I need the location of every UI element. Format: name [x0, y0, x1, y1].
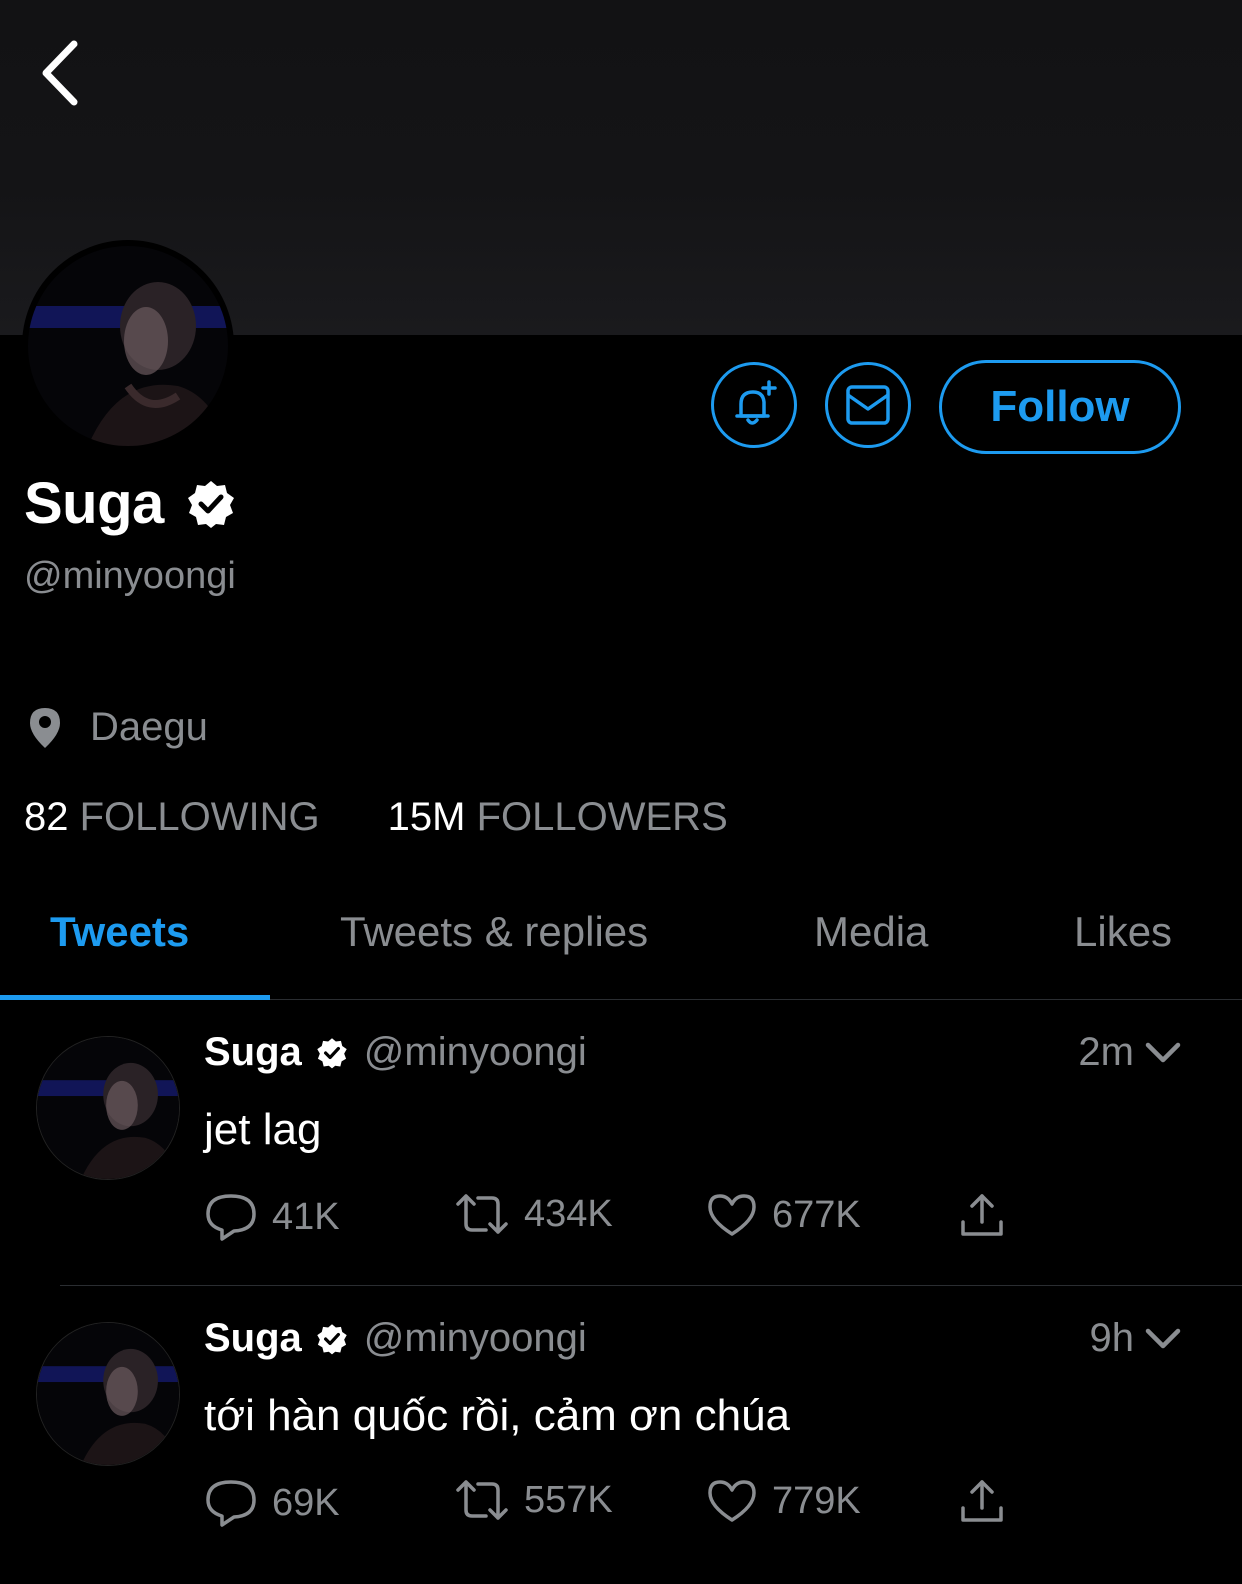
tweet-timestamp: 2m [1078, 1030, 1134, 1074]
verified-badge-icon [317, 1323, 347, 1354]
back-button[interactable] [30, 38, 90, 108]
profile-avatar[interactable] [22, 240, 234, 452]
tweet-actions: 41K 434K 677K [204, 1192, 1024, 1252]
verified-badge-icon [187, 480, 234, 528]
share-icon [961, 1480, 1003, 1522]
tab-likes[interactable]: Likes [1074, 908, 1172, 956]
tab-tweets[interactable]: Tweets [50, 908, 189, 956]
avatar-photo [37, 1037, 179, 1179]
tweet-timestamp: 9h [1089, 1316, 1135, 1360]
like-button[interactable]: 677K [706, 1192, 861, 1238]
chevron-down-icon[interactable] [1144, 1040, 1182, 1066]
share-icon [961, 1194, 1003, 1236]
tweet-item[interactable]: Suga @minyoongi 2m jet lag 41K 434K 677K [0, 1000, 1242, 1285]
profile-display-name: Suga [24, 470, 236, 537]
followers-link[interactable]: 15M FOLLOWERS [388, 795, 728, 840]
tweet-author-name[interactable]: Suga [204, 1316, 302, 1361]
reply-bubble-icon [206, 1194, 256, 1241]
reply-button[interactable]: 69K [204, 1478, 340, 1528]
follow-button[interactable]: Follow [939, 360, 1181, 454]
verified-badge-icon [317, 1037, 347, 1068]
following-link[interactable]: 82 FOLLOWING [24, 795, 320, 840]
like-button[interactable]: 779K [706, 1478, 861, 1524]
heart-icon [708, 1194, 756, 1236]
display-name-text: Suga [24, 471, 164, 536]
tab-media[interactable]: Media [814, 908, 928, 956]
profile-handle: @minyoongi [24, 555, 236, 597]
retweet-button[interactable]: 434K [454, 1192, 613, 1236]
tweet-text: jet lag [204, 1105, 322, 1154]
retweet-icon [456, 1480, 508, 1520]
heart-icon [708, 1480, 756, 1522]
share-button[interactable] [959, 1478, 1005, 1524]
tweet-time: 9h [1090, 1316, 1183, 1361]
bell-plus-icon [735, 380, 777, 425]
reply-count: 69K [272, 1481, 340, 1524]
reply-button[interactable]: 41K [204, 1192, 340, 1242]
chevron-left-icon [42, 40, 78, 106]
like-count: 779K [772, 1479, 861, 1522]
followers-count: 15M [387, 795, 466, 839]
tweet-header: Suga @minyoongi [204, 1030, 587, 1075]
retweet-count: 557K [524, 1478, 613, 1521]
profile-location: Daegu [28, 705, 208, 750]
notifications-button[interactable] [711, 362, 797, 448]
retweet-button[interactable]: 557K [454, 1478, 613, 1522]
share-button[interactable] [959, 1192, 1005, 1238]
avatar-photo [37, 1323, 179, 1465]
tweet-author-handle[interactable]: @minyoongi [364, 1316, 587, 1361]
tweet-actions: 69K 557K 779K [204, 1478, 1024, 1538]
like-count: 677K [772, 1193, 861, 1236]
location-pin-icon [30, 707, 60, 748]
tab-tweets-and-replies[interactable]: Tweets & replies [340, 908, 648, 956]
chevron-down-icon[interactable] [1144, 1326, 1182, 1352]
following-count: 82 [24, 795, 69, 839]
avatar-photo [28, 246, 228, 446]
tweet-text: tới hàn quốc rồi, cảm ơn chúa [204, 1391, 791, 1440]
following-label: FOLLOWING [79, 795, 320, 839]
location-text: Daegu [90, 705, 208, 749]
reply-count: 41K [272, 1195, 340, 1238]
reply-bubble-icon [206, 1480, 256, 1527]
envelope-icon [846, 385, 890, 425]
profile-stats: 82 FOLLOWING 15M FOLLOWERS [24, 795, 728, 840]
followers-label: FOLLOWERS [476, 795, 728, 839]
tweet-avatar[interactable] [36, 1036, 180, 1180]
tweet-header: Suga @minyoongi [204, 1316, 587, 1361]
tweet-author-name[interactable]: Suga [204, 1030, 302, 1075]
tweet-avatar[interactable] [36, 1322, 180, 1466]
tweet-item[interactable]: Suga @minyoongi 9h tới hàn quốc rồi, cảm… [0, 1286, 1242, 1571]
message-button[interactable] [825, 362, 911, 448]
profile-page: Follow Suga @minyoongi Daegu 82 FOLLOWIN… [0, 0, 1242, 1584]
profile-tabs: Tweets Tweets & replies Media Likes [0, 880, 1242, 1000]
tweet-author-handle[interactable]: @minyoongi [364, 1030, 587, 1075]
retweet-icon [456, 1194, 508, 1234]
tweet-time: 2m [1078, 1030, 1182, 1075]
retweet-count: 434K [524, 1192, 613, 1235]
